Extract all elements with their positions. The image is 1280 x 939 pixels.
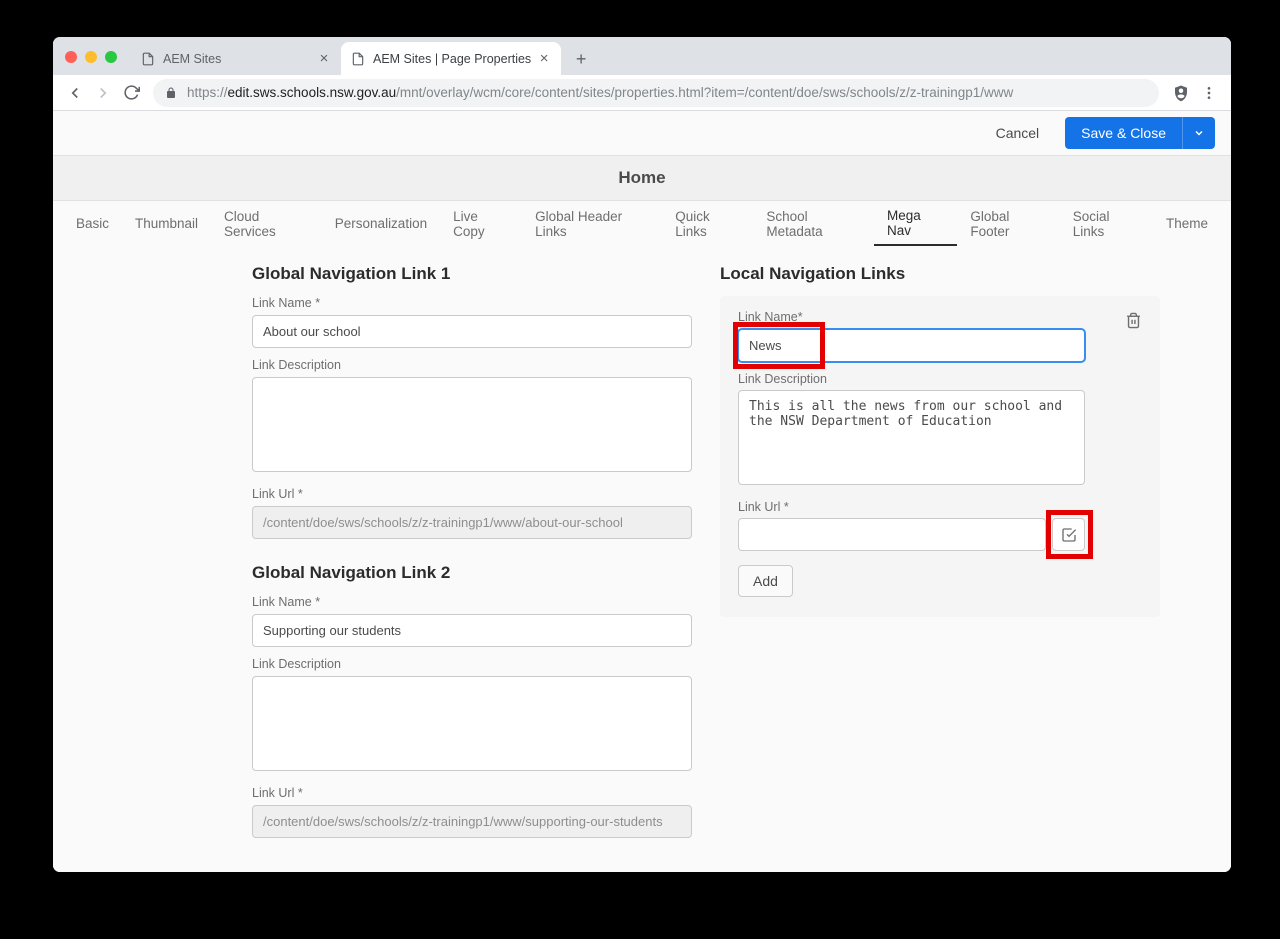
input-link-url-1[interactable] [252, 506, 692, 539]
page-icon [141, 52, 155, 66]
delete-icon[interactable] [1125, 312, 1142, 329]
browser-window: AEM Sites × AEM Sites | Page Properties … [53, 37, 1231, 872]
label-link-url-1: Link Url * [252, 487, 692, 501]
browser-tab-aem-sites[interactable]: AEM Sites × [131, 42, 341, 75]
input-local-link-name[interactable] [738, 329, 1085, 362]
tabs-container: AEM Sites × AEM Sites | Page Properties … [131, 37, 595, 75]
save-close-dropdown[interactable] [1183, 117, 1215, 149]
input-link-url-2[interactable] [252, 805, 692, 838]
form-body: Global Navigation Link 1 Link Name * Lin… [53, 246, 1231, 872]
tab-global-footer[interactable]: Global Footer [957, 201, 1059, 246]
input-local-link-url[interactable] [738, 518, 1046, 551]
tab-mega-nav[interactable]: Mega Nav [874, 201, 957, 246]
tab-basic[interactable]: Basic [63, 201, 122, 246]
page-title: Home [53, 156, 1231, 201]
profile-icon[interactable] [1167, 79, 1195, 107]
label-local-link-name: Link Name* [738, 310, 1125, 324]
add-button[interactable]: Add [738, 565, 793, 597]
section-heading-global-2: Global Navigation Link 2 [252, 563, 692, 583]
close-icon[interactable]: × [317, 52, 331, 66]
local-link-panel: Link Name* Link Description Th [720, 296, 1160, 617]
tab-theme[interactable]: Theme [1153, 201, 1221, 246]
reload-button[interactable] [117, 79, 145, 107]
window-maximize-button[interactable] [105, 51, 117, 63]
tab-quick-links[interactable]: Quick Links [662, 201, 753, 246]
section-heading-local: Local Navigation Links [720, 264, 1160, 284]
tab-social-links[interactable]: Social Links [1060, 201, 1153, 246]
property-tabs: Basic Thumbnail Cloud Services Personali… [53, 201, 1231, 246]
tab-thumbnail[interactable]: Thumbnail [122, 201, 211, 246]
label-link-desc-2: Link Description [252, 657, 692, 671]
new-tab-button[interactable]: + [567, 45, 595, 73]
url-text: https://edit.sws.schools.nsw.gov.au/mnt/… [187, 85, 1013, 100]
tab-live-copy[interactable]: Live Copy [440, 201, 522, 246]
window-close-button[interactable] [65, 51, 77, 63]
save-close-button[interactable]: Save & Close [1065, 117, 1183, 149]
label-link-name-1: Link Name * [252, 296, 692, 310]
action-bar: Cancel Save & Close [53, 111, 1231, 156]
save-close-group: Save & Close [1065, 117, 1215, 149]
input-link-name-1[interactable] [252, 315, 692, 348]
close-icon[interactable]: × [537, 52, 551, 66]
label-link-name-2: Link Name * [252, 595, 692, 609]
browser-tab-bar: AEM Sites × AEM Sites | Page Properties … [53, 37, 1231, 75]
label-local-link-desc: Link Description [738, 372, 1142, 386]
label-link-desc-1: Link Description [252, 358, 692, 372]
local-links-column: Local Navigation Links Link Name* [720, 264, 1160, 838]
textarea-link-desc-2[interactable] [252, 676, 692, 771]
label-link-url-2: Link Url * [252, 786, 692, 800]
tab-school-metadata[interactable]: School Metadata [753, 201, 874, 246]
textarea-link-desc-1[interactable] [252, 377, 692, 472]
input-link-name-2[interactable] [252, 614, 692, 647]
back-button[interactable] [61, 79, 89, 107]
section-heading-global-1: Global Navigation Link 1 [252, 264, 692, 284]
window-minimize-button[interactable] [85, 51, 97, 63]
tab-title: AEM Sites [163, 52, 311, 66]
tab-personalization[interactable]: Personalization [322, 201, 440, 246]
global-links-column: Global Navigation Link 1 Link Name * Lin… [252, 264, 692, 838]
content-area: Cancel Save & Close Home Basic Thumbnail… [53, 111, 1231, 872]
url-bar[interactable]: https://edit.sws.schools.nsw.gov.au/mnt/… [153, 79, 1159, 107]
tab-global-header-links[interactable]: Global Header Links [522, 201, 662, 246]
forward-button[interactable] [89, 79, 117, 107]
menu-icon[interactable] [1195, 79, 1223, 107]
address-bar: https://edit.sws.schools.nsw.gov.au/mnt/… [53, 75, 1231, 111]
browser-tab-page-properties[interactable]: AEM Sites | Page Properties × [341, 42, 561, 75]
textarea-local-link-desc[interactable]: This is all the news from our school and… [738, 390, 1085, 485]
page-icon [351, 52, 365, 66]
lock-icon [165, 87, 177, 99]
cancel-button[interactable]: Cancel [982, 117, 1054, 149]
tab-title: AEM Sites | Page Properties [373, 52, 531, 66]
select-path-button[interactable] [1052, 518, 1085, 551]
tab-cloud-services[interactable]: Cloud Services [211, 201, 322, 246]
label-local-link-url: Link Url * [738, 500, 1142, 514]
window-controls [65, 51, 117, 63]
